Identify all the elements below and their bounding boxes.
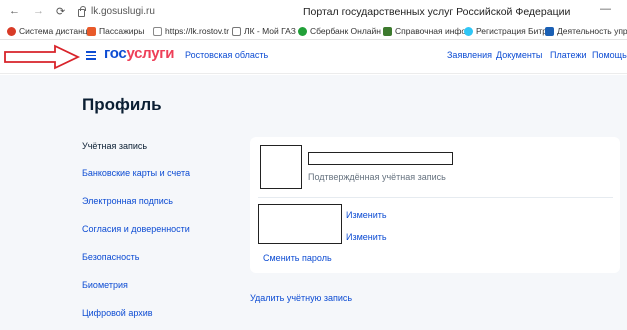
change-password-link[interactable]: Сменить пароль bbox=[263, 253, 332, 263]
avatar-redacted bbox=[260, 145, 302, 189]
forward-arrow-icon[interactable]: → bbox=[33, 5, 44, 17]
verified-status: Подтверждённая учётная запись bbox=[308, 172, 446, 182]
bookmark-icon bbox=[87, 26, 96, 36]
bookmark-label: Система дистанц bbox=[19, 26, 88, 36]
bookmark-item[interactable]: Сбербанк Онлайн bbox=[298, 26, 381, 36]
url-text: lk.gosuslugi.ru bbox=[91, 6, 155, 17]
bookmarks-bar: Система дистанц Пассажиры https://lk.ros… bbox=[0, 24, 627, 40]
bookmark-label: Деятельность упр bbox=[557, 26, 627, 36]
bookmark-label: Справочная инфо bbox=[395, 26, 467, 36]
sidebar-item-bank-cards[interactable]: Банковские карты и счета bbox=[82, 168, 190, 178]
page-title: Профиль bbox=[82, 95, 162, 114]
divider bbox=[258, 197, 613, 198]
nav-payments[interactable]: Платежи bbox=[550, 50, 587, 60]
contacts-redacted bbox=[258, 204, 342, 244]
bookmark-item[interactable]: Деятельность упр bbox=[545, 26, 627, 36]
bookmark-label: Регистрация Битр bbox=[476, 26, 547, 36]
bookmark-item[interactable]: Система дистанц bbox=[7, 26, 88, 36]
bookmark-label: https://lk.rostov.tr bbox=[165, 26, 230, 36]
sidebar-item-e-signature[interactable]: Электронная подпись bbox=[82, 196, 173, 206]
nav-applications[interactable]: Заявления bbox=[447, 50, 492, 60]
bookmark-label: ЛК - Мой ГАЗ bbox=[244, 26, 296, 36]
bookmark-icon bbox=[545, 26, 554, 36]
bookmark-item[interactable]: Справочная инфо bbox=[383, 26, 466, 36]
back-arrow-icon[interactable]: ← bbox=[9, 5, 20, 17]
edit-phone-link[interactable]: Изменить bbox=[346, 210, 387, 220]
nav-help[interactable]: Помощь bbox=[592, 50, 627, 60]
sidebar-item-biometrics[interactable]: Биометрия bbox=[82, 280, 128, 290]
gosuslugi-logo[interactable]: госуслуги bbox=[104, 45, 174, 62]
browser-toolbar: ← → ⟳ lk.gosuslugi.ru Портал государстве… bbox=[0, 0, 627, 24]
minimize-button[interactable]: — bbox=[600, 3, 611, 15]
bookmark-icon bbox=[383, 26, 392, 36]
lock-icon bbox=[78, 5, 86, 17]
sidebar-item-consents[interactable]: Согласия и доверенности bbox=[82, 224, 190, 234]
bookmark-item[interactable]: Регистрация Битр bbox=[464, 26, 547, 36]
address-bar[interactable]: lk.gosuslugi.ru bbox=[78, 5, 155, 17]
window-title: Портал государственных услуг Российской … bbox=[303, 6, 571, 18]
sidebar-item-account[interactable]: Учётная запись bbox=[82, 141, 147, 151]
reload-icon[interactable]: ⟳ bbox=[56, 5, 65, 18]
bookmark-icon bbox=[232, 26, 241, 36]
menu-icon[interactable] bbox=[86, 51, 96, 60]
edit-email-link[interactable]: Изменить bbox=[346, 232, 387, 242]
sidebar-item-security[interactable]: Безопасность bbox=[82, 252, 139, 262]
logo-part-1: гос bbox=[104, 45, 127, 62]
region-selector[interactable]: Ростовская область bbox=[185, 50, 268, 60]
delete-account-link[interactable]: Удалить учётную запись bbox=[250, 293, 352, 303]
sidebar-item-digital-archive[interactable]: Цифровой архив bbox=[82, 308, 153, 318]
name-redacted bbox=[308, 152, 453, 165]
bookmark-item[interactable]: Пассажиры bbox=[87, 26, 144, 36]
bookmark-icon bbox=[153, 26, 162, 36]
logo-part-2: услуги bbox=[126, 45, 175, 62]
bookmark-item[interactable]: ЛК - Мой ГАЗ bbox=[232, 26, 296, 36]
bookmark-label: Сбербанк Онлайн bbox=[310, 26, 381, 36]
bookmark-icon bbox=[298, 26, 307, 36]
bookmark-icon bbox=[464, 26, 473, 36]
bookmark-icon bbox=[7, 26, 16, 36]
bookmark-label: Пассажиры bbox=[99, 26, 145, 36]
nav-documents[interactable]: Документы bbox=[496, 50, 542, 60]
red-arrow-annotation bbox=[4, 44, 81, 70]
bookmark-item[interactable]: https://lk.rostov.tr bbox=[153, 26, 229, 36]
